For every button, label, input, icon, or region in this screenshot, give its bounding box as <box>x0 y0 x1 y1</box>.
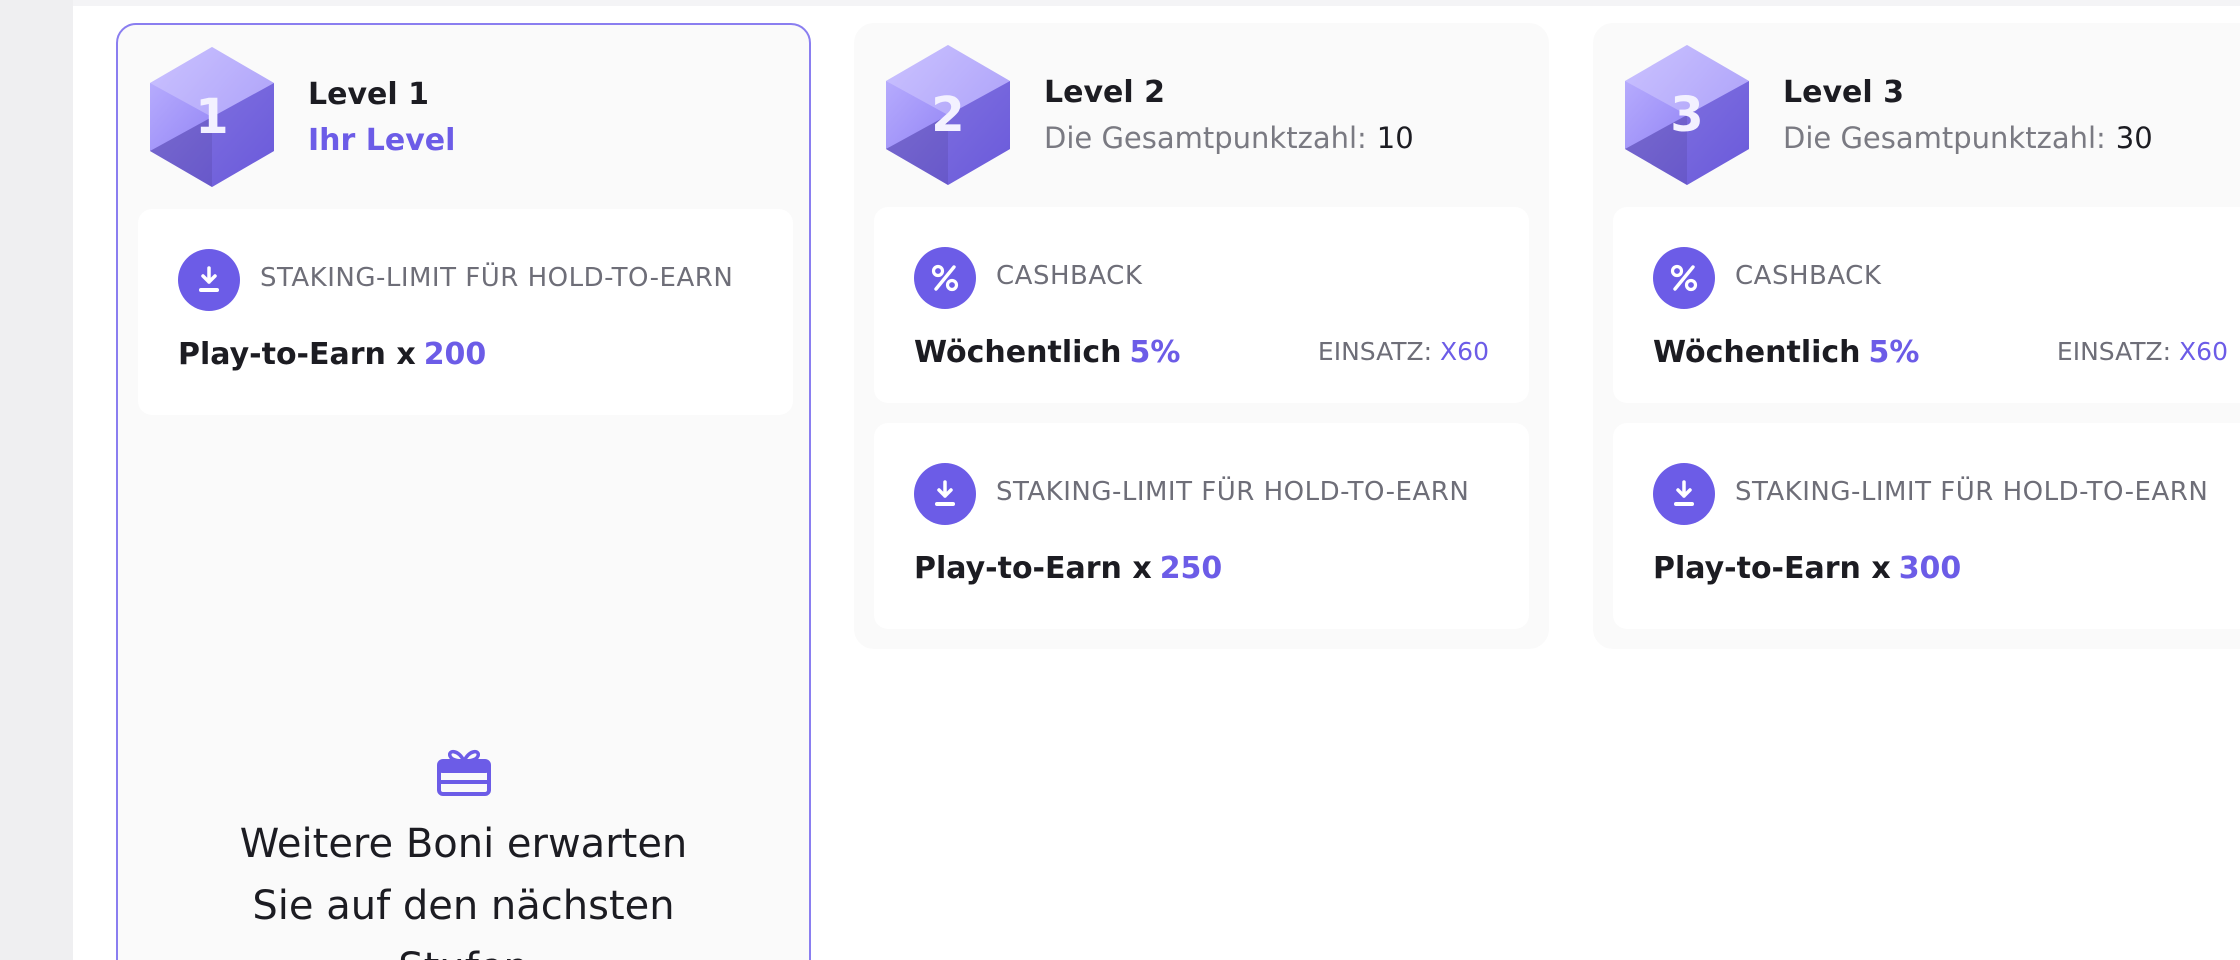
cashback-value: Wöchentlich 5% <box>1653 335 1920 370</box>
staking-value: Play-to-Earn x 300 <box>1653 551 1962 586</box>
staking-limit-bonus: STAKING-LIMIT FÜR HOLD-TO-EARN Play-to-E… <box>874 423 1529 629</box>
level-title: Level 3 <box>1783 75 1904 110</box>
download-icon <box>178 249 240 311</box>
cashback-value: Wöchentlich 5% <box>914 335 1181 370</box>
left-gutter <box>0 0 73 960</box>
svg-text:1: 1 <box>195 89 228 145</box>
staking-value: Play-to-Earn x 200 <box>178 337 487 372</box>
cashback-bet: EINSATZ: X60 <box>2056 337 2228 366</box>
level-rewards-page: 1 Level 1 Ihr Level STAKING-LIMIT FÜR HO… <box>0 0 2240 960</box>
top-strip <box>73 0 2240 6</box>
staking-label: STAKING-LIMIT FÜR HOLD-TO-EARN <box>260 263 734 293</box>
level-card-1: 1 Level 1 Ihr Level STAKING-LIMIT FÜR HO… <box>116 23 811 960</box>
staking-limit-bonus: STAKING-LIMIT FÜR HOLD-TO-EARN Play-to-E… <box>1613 423 2240 629</box>
cashback-label: CASHBACK <box>1735 261 1882 291</box>
download-icon <box>914 463 976 525</box>
staking-label: STAKING-LIMIT FÜR HOLD-TO-EARN <box>996 477 1470 507</box>
cashback-bet: EINSATZ: X60 <box>1317 337 1489 366</box>
level-card-3: 3 Level 3 Die Gesamtpunktzahl: 30 CASHBAC… <box>1593 23 2240 649</box>
level-badge-2: 2 <box>884 43 1012 187</box>
svg-text:2: 2 <box>931 87 964 143</box>
cashback-label: CASHBACK <box>996 261 1143 291</box>
level-badge-3: 3 <box>1623 43 1751 187</box>
total-points: Die Gesamtpunktzahl: 10 <box>1044 121 1414 155</box>
current-level-label: Ihr Level <box>308 123 456 158</box>
cashback-bonus: CASHBACK Wöchentlich 5% EINSATZ: X60 <box>1613 207 2240 403</box>
svg-text:3: 3 <box>1670 87 1703 143</box>
level-card-2: 2 Level 2 Die Gesamtpunktzahl: 10 CASHBAC… <box>854 23 1549 649</box>
level-badge-1: 1 <box>148 45 276 189</box>
more-bonuses-note: Weitere Boni erwarten Sie auf den nächst… <box>118 747 809 960</box>
cashback-bonus: CASHBACK Wöchentlich 5% EINSATZ: X60 <box>874 207 1529 403</box>
download-icon <box>1653 463 1715 525</box>
percent-icon <box>914 247 976 309</box>
level-title: Level 2 <box>1044 75 1165 110</box>
gift-icon <box>436 747 492 797</box>
staking-value: Play-to-Earn x 250 <box>914 551 1223 586</box>
more-bonuses-text: Weitere Boni erwarten Sie auf den nächst… <box>239 821 688 960</box>
staking-label: STAKING-LIMIT FÜR HOLD-TO-EARN <box>1735 477 2209 507</box>
total-points: Die Gesamtpunktzahl: 30 <box>1783 121 2153 155</box>
staking-limit-bonus: STAKING-LIMIT FÜR HOLD-TO-EARN Play-to-E… <box>138 209 793 415</box>
level-title: Level 1 <box>308 77 429 112</box>
percent-icon <box>1653 247 1715 309</box>
